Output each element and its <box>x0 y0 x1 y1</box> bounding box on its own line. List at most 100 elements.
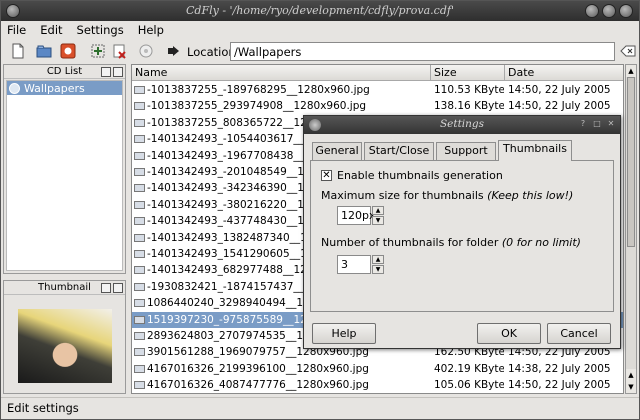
panel-close-icon[interactable] <box>113 67 123 77</box>
cd-list-title: CD List <box>46 66 83 77</box>
vertical-scrollbar[interactable]: ▲ ▲ ▼ <box>625 64 637 394</box>
image-file-icon <box>134 118 145 127</box>
column-header-size[interactable]: Size <box>431 65 505 81</box>
table-row[interactable]: 4167016326_4087477776__1280x960.jpg 105.0… <box>132 377 623 393</box>
thumbnails-pane: ✕ Enable thumbnails generation Maximum s… <box>310 160 614 312</box>
table-row[interactable]: -1013837255_-189768295__1280x960.jpg 110.… <box>132 82 623 98</box>
table-row[interactable]: -1013837255_293974908__1280x960.jpg 138.1… <box>132 98 623 114</box>
file-name-cell: 4167016326_4087477776__1280x960.jpg <box>134 377 428 393</box>
image-file-icon <box>134 102 145 111</box>
cd-icon <box>9 82 20 94</box>
image-file-icon <box>134 266 145 275</box>
file-date-cell: 14:50, 22 July 2005 <box>508 379 611 392</box>
image-file-icon <box>134 86 145 94</box>
image-file-icon <box>134 364 145 373</box>
checkbox-check-icon[interactable]: ✕ <box>321 170 332 181</box>
file-date-cell: 14:50, 22 July 2005 <box>508 84 611 96</box>
menu-bar: File Edit Settings Help <box>1 21 639 39</box>
save-icon[interactable] <box>59 42 77 60</box>
file-date-cell: 14:50, 22 July 2005 <box>508 100 611 113</box>
close-icon[interactable] <box>619 4 633 18</box>
spinner-down-icon[interactable]: ▼ <box>372 216 384 225</box>
thumbnail-panel: Thumbnail <box>3 280 126 394</box>
image-file-icon <box>134 332 145 340</box>
tab-thumbnails[interactable]: Thumbnails <box>498 140 572 161</box>
maximize-icon[interactable] <box>602 4 616 18</box>
cd-item-label: Wallpapers <box>24 81 85 95</box>
dialog-title-bar: Settings ? □ ✕ <box>304 116 620 134</box>
file-size-cell: 110.53 KByte <box>434 84 504 96</box>
image-file-icon <box>134 200 145 209</box>
enable-thumbnails-label: Enable thumbnails generation <box>337 169 503 182</box>
enable-thumbnails-checkbox[interactable]: ✕ Enable thumbnails generation <box>321 169 503 182</box>
cd-list-tree[interactable]: Wallpapers <box>6 80 123 271</box>
add-icon[interactable] <box>89 42 107 60</box>
properties-icon[interactable] <box>137 42 155 60</box>
ok-button[interactable]: OK <box>477 323 541 344</box>
settings-dialog: Settings ? □ ✕ General Start/Close Suppo… <box>303 115 621 349</box>
undock-icon[interactable] <box>101 283 111 293</box>
image-file-icon <box>134 315 145 324</box>
image-file-icon <box>134 184 145 193</box>
max-size-spinner[interactable]: 120px ▲ ▼ <box>337 206 385 225</box>
scroll-up-icon[interactable]: ▲ <box>626 369 636 381</box>
count-label: Number of thumbnails for folder (0 for n… <box>321 236 581 249</box>
main-window: CdFly - '/home/ryo/development/cdfly/pro… <box>0 0 640 420</box>
image-file-icon <box>134 250 145 258</box>
table-row[interactable]: 4167016326_2199396100__1280x960.jpg 402.1… <box>132 361 623 377</box>
location-label: Location <box>187 45 236 59</box>
image-file-icon <box>134 135 145 144</box>
file-name-cell: -1013837255_-189768295__1280x960.jpg <box>134 82 428 98</box>
panel-close-icon[interactable] <box>113 283 123 293</box>
dialog-title: Settings <box>439 118 485 130</box>
tab-support[interactable]: Support <box>436 142 496 160</box>
close-icon[interactable]: ✕ <box>606 119 616 129</box>
open-icon[interactable] <box>35 42 53 60</box>
scroll-up-icon[interactable]: ▲ <box>626 65 636 77</box>
image-file-icon <box>134 151 145 160</box>
thumbnail-image <box>18 309 112 383</box>
cancel-button[interactable]: Cancel <box>547 323 611 344</box>
location-input[interactable]: /Wallpapers <box>230 42 615 61</box>
delete-icon[interactable] <box>111 42 129 60</box>
tab-general[interactable]: General <box>312 142 362 160</box>
thumbnail-header: Thumbnail <box>4 281 125 295</box>
image-file-icon <box>134 348 145 357</box>
column-header-date[interactable]: Date <box>505 65 623 81</box>
help-icon[interactable]: ? <box>578 119 588 129</box>
image-file-icon <box>134 299 145 308</box>
menu-file[interactable]: File <box>7 23 26 37</box>
file-size-cell: 138.16 KByte <box>434 100 504 113</box>
file-name-cell: 4167016326_2199396100__1280x960.jpg <box>134 361 428 377</box>
cd-list-item-wallpapers[interactable]: Wallpapers <box>7 81 122 95</box>
undock-icon[interactable] <box>101 67 111 77</box>
menu-settings[interactable]: Settings <box>77 23 124 37</box>
max-size-hint: (Keep this low!) <box>487 189 574 202</box>
file-size-cell: 105.06 KByte <box>434 379 504 392</box>
clear-location-icon[interactable] <box>620 43 636 59</box>
scroll-down-icon[interactable]: ▼ <box>626 381 636 393</box>
tab-start-close[interactable]: Start/Close <box>364 142 434 160</box>
max-size-label: Maximum size for thumbnails (Keep this l… <box>321 189 574 202</box>
minimize-icon[interactable] <box>585 4 599 18</box>
image-file-icon <box>134 381 145 390</box>
help-button[interactable]: Help <box>312 323 376 344</box>
count-hint: (0 for no limit) <box>501 236 581 249</box>
menu-help[interactable]: Help <box>138 23 164 37</box>
spinner-up-icon[interactable]: ▲ <box>372 255 384 264</box>
count-spinner[interactable]: 3 ▲ ▼ <box>337 255 385 274</box>
spinner-up-icon[interactable]: ▲ <box>372 206 384 215</box>
cd-list-panel: CD List Wallpapers <box>3 64 126 274</box>
max-size-value[interactable]: 120px <box>337 206 376 225</box>
maximize-icon[interactable]: □ <box>592 119 602 129</box>
new-icon[interactable] <box>9 42 27 60</box>
column-header-name[interactable]: Name <box>132 65 431 81</box>
count-value[interactable]: 3 <box>337 255 371 274</box>
spinner-down-icon[interactable]: ▼ <box>372 265 384 274</box>
title-bar: CdFly - '/home/ryo/development/cdfly/pro… <box>1 1 639 21</box>
menu-edit[interactable]: Edit <box>40 23 62 37</box>
scroll-thumb[interactable] <box>627 77 635 247</box>
location-arrow-icon <box>168 45 180 57</box>
file-date-cell: 14:38, 22 July 2005 <box>508 362 611 375</box>
toolbar: Location /Wallpapers <box>1 39 639 63</box>
